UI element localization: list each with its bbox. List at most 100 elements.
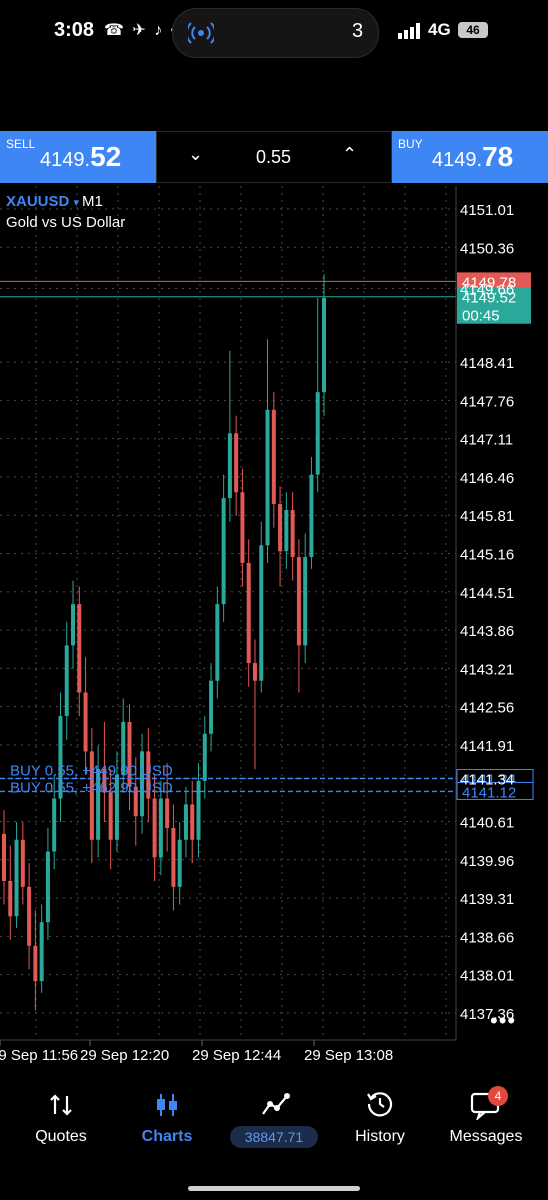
price-tick-label: 4151.01 — [460, 202, 514, 219]
nav-history[interactable]: History — [325, 1128, 435, 1146]
home-indicator — [188, 1186, 360, 1191]
candle — [296, 539, 301, 693]
nav-messages[interactable]: Messages — [431, 1128, 541, 1146]
candle — [322, 274, 326, 416]
messages-badge: 4 — [488, 1086, 508, 1106]
position-label: BUY 0.55, +449.90 USD — [10, 762, 173, 779]
candle — [246, 539, 251, 687]
candle-body — [39, 922, 44, 982]
candle — [20, 822, 25, 905]
price-tick-label: 4144.51 — [460, 585, 514, 602]
candle-body — [83, 692, 88, 752]
price-tick-label: 4138.01 — [460, 968, 514, 985]
price-chart[interactable]: 4149.784149.5200:45BUY 0.55, +449.90 USD… — [0, 186, 548, 1070]
candle — [259, 521, 264, 693]
price-tick-label: 4148.41 — [460, 355, 514, 372]
price-tick-label: 4150.36 — [460, 240, 514, 257]
price-tick-label: 4143.86 — [460, 623, 514, 640]
candle-body — [278, 504, 283, 552]
candle-body — [45, 851, 50, 923]
candle-body — [33, 945, 38, 982]
candle-body — [284, 509, 289, 552]
time-axis: 29 Sep 11:5629 Sep 12:20 29 Sep 12:44 29 S… — [0, 1039, 456, 1064]
price-tick-label: 4147.11 — [460, 432, 513, 449]
candle — [240, 468, 245, 587]
charts-icon[interactable] — [154, 1092, 180, 1118]
price-tick-label: 4141.91 — [460, 738, 514, 755]
chart-description: Gold vs US Dollar — [6, 214, 126, 231]
status-bar: 3:08 ☎ ✈ ♪ • 3 4G 46 — [0, 0, 548, 62]
bar-countdown-label: 00:45 — [462, 308, 500, 325]
chart-timeframe: M1 — [82, 193, 103, 210]
candle-body — [303, 557, 308, 646]
buy-price: 4149.78 — [432, 141, 514, 172]
candle — [234, 415, 239, 516]
candle — [209, 663, 214, 752]
candle — [64, 621, 69, 740]
candle-body — [252, 663, 257, 681]
candle-body — [259, 545, 264, 681]
candle — [315, 297, 320, 493]
candle-body — [309, 474, 314, 558]
more-icon[interactable]: ••• — [490, 1008, 516, 1034]
candle-body — [221, 498, 226, 605]
candle-body — [265, 409, 270, 546]
sell-button[interactable]: SELL 4149.52 — [0, 131, 156, 183]
nav-balance[interactable]: 38847.71 — [230, 1126, 318, 1148]
time-tick-label: 29 Sep 12:44 — [192, 1047, 281, 1064]
price-tick-label: 4149.66 — [460, 281, 514, 298]
trade-nav-icon[interactable] — [260, 1092, 290, 1118]
candle-body — [322, 297, 326, 393]
candle — [58, 692, 63, 823]
candle-body — [234, 433, 239, 493]
candle — [77, 586, 82, 717]
sell-price: 4149.52 — [40, 141, 122, 172]
candle-body — [296, 557, 301, 646]
candle-body — [315, 392, 320, 475]
candle-body — [52, 798, 57, 852]
candle — [309, 456, 314, 569]
price-tick-label: 4139.96 — [460, 853, 514, 870]
candle-body — [152, 798, 157, 858]
candle-body — [271, 409, 276, 505]
candle-body — [2, 833, 6, 881]
candle-body — [209, 680, 214, 734]
time-tick-label: 29 Sep 13:08 — [304, 1047, 393, 1064]
time-tick-label: 29 Sep 11:56 — [0, 1047, 78, 1064]
price-tick-label: 4147.76 — [460, 393, 514, 410]
candle-body — [202, 733, 207, 781]
candle-body — [158, 798, 163, 858]
candle — [284, 492, 289, 569]
candle-body — [196, 780, 201, 840]
price-tick-label: 4145.81 — [460, 508, 514, 525]
candle-body — [27, 886, 32, 946]
volume-decrease-button[interactable]: ⌄ — [188, 144, 203, 165]
chart-symbol[interactable]: XAUUSD ▾ — [6, 193, 79, 210]
candle — [14, 822, 19, 929]
candle-body — [14, 839, 19, 917]
nav-quotes[interactable]: Quotes — [6, 1128, 116, 1146]
price-tick-label: 4142.56 — [460, 700, 514, 717]
candle — [45, 827, 50, 940]
candle — [177, 822, 182, 905]
volume-increase-button[interactable]: ⌃ — [342, 144, 357, 165]
candle — [252, 639, 257, 770]
price-tick-label: 4146.46 — [460, 470, 514, 487]
history-icon[interactable] — [366, 1090, 394, 1118]
broadcast-icon — [188, 22, 214, 44]
candle — [2, 810, 6, 905]
nav-charts[interactable]: Charts — [112, 1128, 222, 1146]
candle-body — [215, 604, 220, 681]
network-type: 4G — [428, 20, 451, 39]
candle — [278, 486, 283, 587]
buy-label: BUY — [398, 137, 423, 151]
price-tick-label: 4143.21 — [460, 661, 514, 678]
price-tick-label: 4138.66 — [460, 929, 514, 946]
quotes-icon[interactable] — [48, 1092, 74, 1118]
candle — [202, 716, 207, 799]
candle-body — [190, 804, 195, 840]
volume-value[interactable]: 0.55 — [256, 147, 291, 168]
candle-body — [183, 804, 188, 840]
buy-button[interactable]: BUY 4149.78 — [392, 131, 548, 183]
price-tick-label: 4139.31 — [460, 891, 514, 908]
